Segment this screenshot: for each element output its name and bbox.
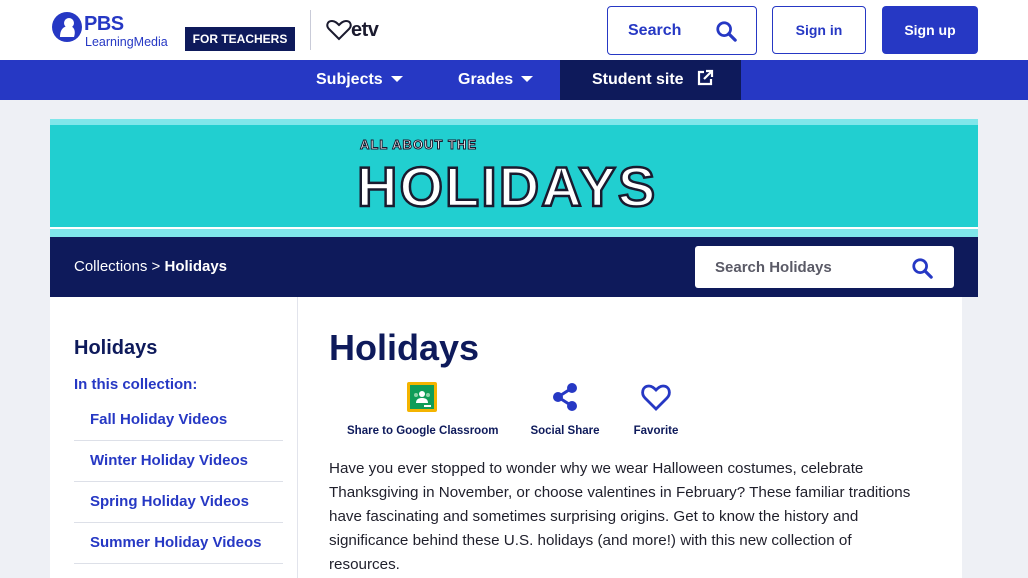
etv-logo[interactable]: etv [326, 15, 386, 45]
banner-title-text: HOLIDAYS [357, 155, 657, 214]
etv-heart-icon [326, 19, 352, 41]
share-google-classroom-label: Share to Google Classroom [347, 425, 499, 437]
nav-student-site-link[interactable]: Student site [560, 60, 741, 100]
breadcrumb: Collections > Holidays [74, 258, 227, 275]
logo-pbs-text: PBS [84, 13, 124, 35]
heart-icon [641, 384, 671, 411]
collection-search [695, 246, 954, 288]
collection-search-input[interactable] [695, 246, 905, 288]
sidebar-item-spring[interactable]: Spring Holiday Videos [74, 482, 283, 523]
sidebar-list: Fall Holiday Videos Winter Holiday Video… [74, 400, 283, 564]
nav-subjects-label: Subjects [316, 71, 383, 88]
sign-up-button[interactable]: Sign up [882, 6, 978, 54]
nav-grades-menu[interactable]: Grades [458, 60, 534, 100]
nav-subjects-menu[interactable]: Subjects [316, 60, 403, 100]
nav-grades-label: Grades [458, 71, 514, 88]
external-link-icon [697, 69, 714, 85]
collection-banner: ALL ABOUT THE HOLIDAYS [50, 119, 978, 237]
collection-sidebar: Holidays In this collection: Fall Holida… [50, 297, 298, 578]
breadcrumb-separator: > [151, 258, 161, 275]
banner-small-text: ALL ABOUT THE [360, 137, 477, 153]
favorite-button[interactable]: Favorite [624, 381, 688, 437]
social-share-label: Social Share [530, 425, 600, 437]
pbs-head-icon [52, 12, 82, 42]
sidebar-subtitle: In this collection: [74, 376, 198, 393]
breadcrumb-current: Holidays [164, 258, 228, 275]
sidebar-item-winter[interactable]: Winter Holiday Videos [74, 441, 283, 482]
banner-stripe-top [50, 119, 978, 125]
google-classroom-icon [407, 382, 437, 412]
share-icon [553, 383, 577, 411]
top-header: PBS LearningMedia FOR TEACHERS etv Searc… [0, 0, 1028, 60]
page-gutter [962, 297, 978, 578]
chevron-down-icon [390, 75, 403, 82]
search-button-label: Search [628, 22, 682, 39]
for-teachers-badge: FOR TEACHERS [185, 27, 295, 51]
banner-stripe-bottom [50, 229, 978, 237]
sign-in-button[interactable]: Sign in [772, 6, 866, 54]
page-title: Holidays [329, 327, 480, 368]
header-divider [310, 10, 311, 50]
main-content: Holidays Share to Google Classroom Socia… [298, 297, 962, 578]
social-share-button[interactable]: Social Share [525, 381, 605, 437]
breadcrumb-collections-link[interactable]: Collections [74, 258, 147, 275]
sidebar-title: Holidays [74, 337, 158, 359]
pbs-learningmedia-logo[interactable]: PBS LearningMedia [52, 11, 176, 51]
search-button[interactable]: Search [607, 6, 757, 55]
collection-description: Have you ever stopped to wonder why we w… [329, 460, 911, 573]
nav-student-site-label: Student site [592, 71, 684, 88]
main-nav: Subjects Grades Student site [0, 60, 1028, 100]
banner-title-art: HOLIDAYS [356, 154, 657, 214]
sidebar-item-summer[interactable]: Summer Holiday Videos [74, 523, 283, 564]
chevron-down-icon [521, 75, 534, 82]
share-google-classroom-button[interactable]: Share to Google Classroom [347, 381, 499, 437]
favorite-label: Favorite [633, 425, 679, 437]
search-icon[interactable] [911, 257, 933, 279]
sidebar-item-fall[interactable]: Fall Holiday Videos [74, 400, 283, 441]
search-icon [716, 21, 737, 42]
etv-text: etv [351, 19, 379, 41]
logo-learningmedia-text: LearningMedia [85, 35, 168, 49]
breadcrumb-band: Collections > Holidays [50, 237, 978, 297]
